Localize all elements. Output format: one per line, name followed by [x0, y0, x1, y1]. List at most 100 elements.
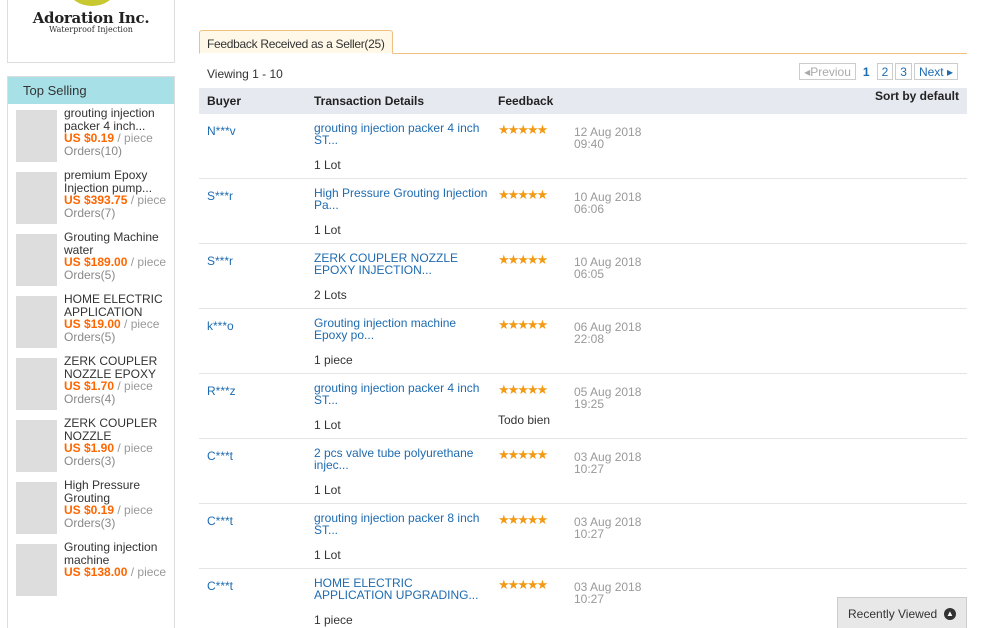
- time-text: 22:08: [574, 332, 605, 346]
- header-feedback: Feedback: [498, 94, 554, 108]
- transaction-quantity: 1 Lot: [314, 158, 341, 172]
- rating-stars: ★ ★ ★ ★ ★: [498, 512, 549, 527]
- feedback-date: 03 Aug 2018 10:27: [574, 516, 654, 540]
- transaction-link[interactable]: grouting injection packer 8 inch ST...: [314, 512, 489, 536]
- star-icon: ★: [498, 382, 510, 397]
- product-thumbnail[interactable]: [16, 172, 57, 224]
- product-item[interactable]: premium Epoxy Injection pump... US $393.7…: [8, 166, 174, 228]
- product-thumbnail[interactable]: [16, 544, 57, 596]
- page-1-button[interactable]: 1: [857, 63, 875, 80]
- transaction-quantity: 1 Lot: [314, 548, 341, 562]
- product-thumbnail[interactable]: [16, 358, 57, 410]
- star-icon: ★: [517, 512, 529, 527]
- transaction-link[interactable]: 2 pcs valve tube polyurethane injec...: [314, 447, 489, 471]
- star-icon: ★: [517, 252, 529, 267]
- product-price: US $393.75: [64, 193, 128, 207]
- product-thumbnail[interactable]: [16, 482, 57, 534]
- product-unit: / piece: [114, 131, 153, 145]
- product-name[interactable]: HOME ELECTRIC APPLICATION: [64, 293, 172, 318]
- product-price: US $138.00: [64, 565, 128, 579]
- product-orders: Orders(3): [64, 453, 116, 468]
- product-orders: Orders(4): [64, 391, 116, 406]
- product-item[interactable]: Grouting injection machine US $138.00 / p…: [8, 538, 174, 600]
- sort-dropdown[interactable]: Sort by default: [875, 89, 959, 103]
- transaction-link[interactable]: HOME ELECTRIC APPLICATION UPGRADING...: [314, 577, 489, 601]
- buyer-name: C***t: [207, 449, 234, 463]
- product-name[interactable]: Grouting Machine water: [64, 231, 172, 256]
- star-icon: ★: [526, 447, 539, 462]
- product-name[interactable]: ZERK COUPLER NOZZLE: [64, 417, 172, 442]
- product-unit: / piece: [114, 503, 153, 517]
- feedback-date: 10 Aug 2018 06:05: [574, 256, 654, 280]
- buyer-name: C***t: [207, 579, 234, 593]
- star-icon: ★: [526, 382, 539, 397]
- star-icon: ★: [517, 382, 529, 397]
- product-info: HOME ELECTRIC APPLICATION US $19.00 / pie…: [64, 293, 172, 343]
- buyer-name: S***r: [207, 189, 234, 203]
- product-thumbnail[interactable]: [16, 296, 57, 348]
- table-row: C***t grouting injection packer 8 inch ST…: [199, 504, 967, 569]
- product-item[interactable]: High Pressure Grouting US $0.19 / piece Or…: [8, 476, 174, 538]
- page-2-button[interactable]: 2: [876, 63, 894, 80]
- product-name[interactable]: grouting injection packer 4 inch...: [64, 107, 172, 132]
- feedback-date: 03 Aug 2018 10:27: [574, 451, 654, 475]
- star-icon: ★: [526, 187, 539, 202]
- star-icon: ★: [507, 382, 520, 397]
- table-row: k***o Grouting injection machine Epoxy po…: [199, 309, 967, 374]
- top-selling-header: Top Selling: [8, 77, 174, 104]
- product-unit: / piece: [127, 193, 167, 207]
- product-name[interactable]: High Pressure Grouting: [64, 479, 172, 504]
- page-3-button[interactable]: 3: [895, 63, 912, 80]
- product-item[interactable]: ZERK COUPLER NOZZLE US $1.90 / piece Order…: [8, 414, 174, 476]
- logo-subtitle: Waterproof Injection: [49, 25, 133, 34]
- star-icon: ★: [507, 252, 520, 267]
- store-logo[interactable]: Adoration Inc. Waterproof Injection: [7, 0, 175, 63]
- tab-feedback-seller[interactable]: Feedback Received as a Seller(25): [199, 30, 393, 54]
- product-item[interactable]: HOME ELECTRIC APPLICATION US $19.00 / pie…: [8, 290, 174, 352]
- header-buyer: Buyer: [207, 94, 242, 108]
- transaction-link[interactable]: Grouting injection machine Epoxy po...: [314, 317, 489, 341]
- chevron-up-icon: ▲: [944, 608, 956, 620]
- transaction-link[interactable]: High Pressure Grouting Injection Pa...: [314, 187, 489, 211]
- product-unit: / piece: [127, 565, 167, 579]
- recently-viewed-button[interactable]: Recently Viewed ▲: [837, 597, 967, 628]
- product-thumbnail[interactable]: [16, 110, 57, 162]
- product-item[interactable]: grouting injection packer 4 inch... US $0…: [8, 104, 174, 166]
- transaction-quantity: 1 piece: [314, 613, 353, 627]
- transaction-link[interactable]: ZERK COUPLER NOZZLE EPOXY INJECTION...: [314, 252, 489, 276]
- previous-page-button[interactable]: ◂Previou: [799, 63, 856, 80]
- star-icon: ★: [526, 512, 539, 527]
- star-icon: ★: [507, 577, 520, 592]
- product-name[interactable]: Grouting injection machine: [64, 541, 172, 566]
- star-icon: ★: [498, 447, 510, 462]
- product-item[interactable]: ZERK COUPLER NOZZLE EPOXY US $1.70 / piec…: [8, 352, 174, 414]
- table-row: S***r ZERK COUPLER NOZZLE EPOXY INJECTION…: [199, 244, 967, 309]
- product-unit: / piece: [127, 255, 167, 269]
- product-name[interactable]: premium Epoxy Injection pump...: [64, 169, 172, 194]
- star-icon: ★: [536, 317, 549, 332]
- star-icon: ★: [536, 512, 549, 527]
- star-icon: ★: [517, 447, 529, 462]
- transaction-link[interactable]: grouting injection packer 4 inch ST...: [314, 382, 489, 406]
- product-item[interactable]: Grouting Machine water US $189.00 / piece…: [8, 228, 174, 290]
- star-icon: ★: [498, 317, 510, 332]
- buyer-name: N***v: [207, 124, 236, 138]
- next-page-button[interactable]: Next ▸: [913, 63, 958, 80]
- star-icon: ★: [536, 252, 549, 267]
- rating-stars: ★ ★ ★ ★ ★: [498, 577, 548, 592]
- product-thumbnail[interactable]: [16, 420, 57, 472]
- product-price: US $0.19: [64, 131, 115, 145]
- product-name[interactable]: ZERK COUPLER NOZZLE EPOXY: [64, 355, 172, 380]
- star-icon: ★: [526, 122, 539, 137]
- buyer-name: S***r: [207, 254, 234, 268]
- star-icon: ★: [507, 447, 520, 462]
- product-unit: / piece: [114, 379, 153, 393]
- transaction-link[interactable]: grouting injection packer 4 inch ST...: [314, 122, 489, 146]
- product-thumbnail[interactable]: [16, 234, 57, 286]
- time-text: 10:27: [574, 592, 605, 606]
- star-icon: ★: [517, 317, 529, 332]
- table-row: N***v grouting injection packer 4 inch ST…: [199, 114, 967, 179]
- product-unit: / piece: [114, 441, 153, 455]
- table-row: S***r High Pressure Grouting Injection Pa…: [199, 179, 967, 244]
- product-info: High Pressure Grouting US $0.19 / piece Or…: [64, 479, 172, 529]
